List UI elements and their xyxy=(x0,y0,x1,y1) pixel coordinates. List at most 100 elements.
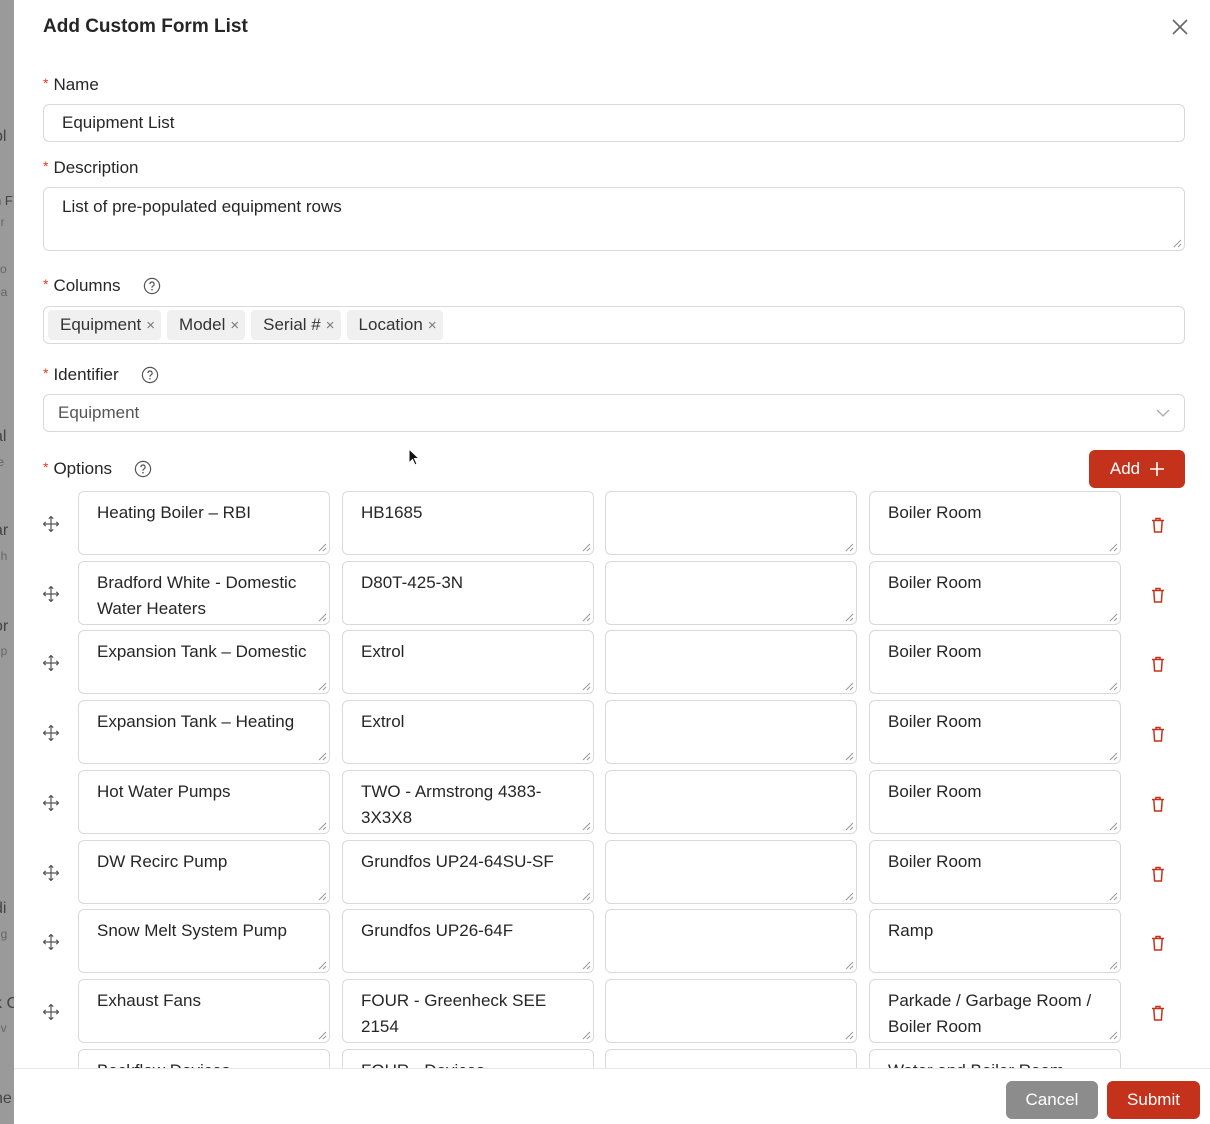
resize-handle-icon[interactable] xyxy=(582,892,591,901)
option-cell-equipment[interactable]: Hot Water Pumps xyxy=(78,770,330,834)
option-cell-location[interactable]: Boiler Room xyxy=(869,561,1121,625)
delete-row-icon[interactable] xyxy=(1151,726,1165,742)
resize-handle-icon[interactable] xyxy=(318,822,327,831)
columns-tag-input[interactable]: Equipment × Model × Serial # × Location × xyxy=(43,306,1185,344)
option-cell-model[interactable]: Extrol xyxy=(342,630,594,694)
drag-handle-icon[interactable] xyxy=(43,655,59,671)
resize-handle-icon[interactable] xyxy=(582,682,591,691)
option-cell-location[interactable]: Boiler Room xyxy=(869,630,1121,694)
resize-handle-icon[interactable] xyxy=(1109,752,1118,761)
resize-handle-icon[interactable] xyxy=(845,752,854,761)
remove-tag-icon[interactable]: × xyxy=(230,317,239,334)
resize-handle-icon[interactable] xyxy=(1109,1031,1118,1040)
resize-handle-icon[interactable] xyxy=(845,892,854,901)
delete-row-icon[interactable] xyxy=(1151,935,1165,951)
resize-handle-icon[interactable] xyxy=(318,682,327,691)
cancel-button[interactable]: Cancel xyxy=(1006,1081,1098,1119)
resize-handle-icon[interactable] xyxy=(845,613,854,622)
drag-handle-icon[interactable] xyxy=(43,934,59,950)
resize-handle-icon[interactable] xyxy=(1109,961,1118,970)
submit-button[interactable]: Submit xyxy=(1107,1081,1200,1119)
resize-handle-icon[interactable] xyxy=(845,961,854,970)
columns-label-text: Columns xyxy=(53,276,121,295)
resize-handle-icon[interactable] xyxy=(1109,682,1118,691)
option-cell-equipment[interactable]: Exhaust Fans xyxy=(78,979,330,1043)
option-cell-equipment[interactable]: Expansion Tank – Heating xyxy=(78,700,330,764)
resize-handle-icon[interactable] xyxy=(318,752,327,761)
resize-handle-icon[interactable] xyxy=(318,1031,327,1040)
resize-handle-icon[interactable] xyxy=(845,682,854,691)
resize-handle-icon[interactable] xyxy=(318,613,327,622)
option-cell-equipment[interactable]: Bradford White - Domestic Water Heaters xyxy=(78,561,330,625)
option-cell-model[interactable]: FOUR - Greenheck SEE 2154 xyxy=(342,979,594,1043)
resize-handle-icon[interactable] xyxy=(582,613,591,622)
option-cell-serial[interactable] xyxy=(605,770,857,834)
option-cell-model[interactable]: TWO - Armstrong 4383-3X3X8 xyxy=(342,770,594,834)
close-button[interactable] xyxy=(1168,15,1192,39)
delete-row-icon[interactable] xyxy=(1151,796,1165,812)
delete-row-icon[interactable] xyxy=(1151,587,1165,603)
option-cell-equipment[interactable]: Heating Boiler – RBI xyxy=(78,491,330,555)
option-cell-equipment[interactable]: Expansion Tank – Domestic xyxy=(78,630,330,694)
option-cell-location[interactable]: Parkade / Garbage Room / Boiler Room xyxy=(869,979,1121,1043)
option-cell-text: Exhaust Fans xyxy=(97,991,201,1010)
option-cell-serial[interactable] xyxy=(605,979,857,1043)
option-cell-model[interactable]: Extrol xyxy=(342,700,594,764)
resize-handle-icon[interactable] xyxy=(1109,543,1118,552)
option-cell-model[interactable]: HB1685 xyxy=(342,491,594,555)
resize-handle-icon[interactable] xyxy=(582,961,591,970)
delete-row-icon[interactable] xyxy=(1151,517,1165,533)
option-cell-model[interactable]: D80T-425-3N xyxy=(342,561,594,625)
resize-handle-icon[interactable] xyxy=(845,1031,854,1040)
help-icon[interactable] xyxy=(141,366,159,384)
help-icon[interactable] xyxy=(143,277,161,295)
option-cell-serial[interactable] xyxy=(605,561,857,625)
remove-tag-icon[interactable]: × xyxy=(146,317,155,334)
drag-handle-icon[interactable] xyxy=(43,725,59,741)
resize-handle-icon[interactable] xyxy=(582,1031,591,1040)
identifier-select[interactable]: Equipment xyxy=(43,394,1185,432)
option-cell-location[interactable]: Boiler Room xyxy=(869,700,1121,764)
resize-handle-icon[interactable] xyxy=(1173,239,1182,248)
option-cell-text: FOUR - Greenheck SEE 2154 xyxy=(361,991,547,1036)
name-input[interactable]: Equipment List xyxy=(43,104,1185,142)
drag-handle-icon[interactable] xyxy=(43,795,59,811)
description-textarea[interactable]: List of pre-populated equipment rows xyxy=(43,187,1185,251)
resize-handle-icon[interactable] xyxy=(318,543,327,552)
option-cell-location[interactable]: Boiler Room xyxy=(869,840,1121,904)
resize-handle-icon[interactable] xyxy=(318,892,327,901)
option-cell-location[interactable]: Boiler Room xyxy=(869,491,1121,555)
option-cell-serial[interactable] xyxy=(605,840,857,904)
option-cell-serial[interactable] xyxy=(605,630,857,694)
resize-handle-icon[interactable] xyxy=(582,752,591,761)
resize-handle-icon[interactable] xyxy=(845,543,854,552)
drag-handle-icon[interactable] xyxy=(43,516,59,532)
remove-tag-icon[interactable]: × xyxy=(428,317,437,334)
option-cell-model[interactable]: Grundfos UP26-64F xyxy=(342,909,594,973)
resize-handle-icon[interactable] xyxy=(1109,822,1118,831)
delete-row-icon[interactable] xyxy=(1151,656,1165,672)
drag-handle-icon[interactable] xyxy=(43,865,59,881)
option-cell-location[interactable]: Boiler Room xyxy=(869,770,1121,834)
resize-handle-icon[interactable] xyxy=(1109,613,1118,622)
help-icon[interactable] xyxy=(134,460,152,478)
resize-handle-icon[interactable] xyxy=(845,822,854,831)
delete-row-icon[interactable] xyxy=(1151,1005,1165,1021)
resize-handle-icon[interactable] xyxy=(582,543,591,552)
option-cell-serial[interactable] xyxy=(605,909,857,973)
drag-handle-icon[interactable] xyxy=(43,586,59,602)
option-cell-model[interactable]: Grundfos UP24-64SU-SF xyxy=(342,840,594,904)
resize-handle-icon[interactable] xyxy=(1109,892,1118,901)
modal-header: Add Custom Form List xyxy=(14,0,1210,54)
resize-handle-icon[interactable] xyxy=(318,961,327,970)
remove-tag-icon[interactable]: × xyxy=(326,317,335,334)
option-cell-serial[interactable] xyxy=(605,700,857,764)
option-cell-equipment[interactable]: DW Recirc Pump xyxy=(78,840,330,904)
delete-row-icon[interactable] xyxy=(1151,866,1165,882)
option-cell-equipment[interactable]: Snow Melt System Pump xyxy=(78,909,330,973)
add-option-button[interactable]: Add xyxy=(1089,450,1185,488)
option-cell-serial[interactable] xyxy=(605,491,857,555)
resize-handle-icon[interactable] xyxy=(582,822,591,831)
option-cell-location[interactable]: Ramp xyxy=(869,909,1121,973)
drag-handle-icon[interactable] xyxy=(43,1004,59,1020)
